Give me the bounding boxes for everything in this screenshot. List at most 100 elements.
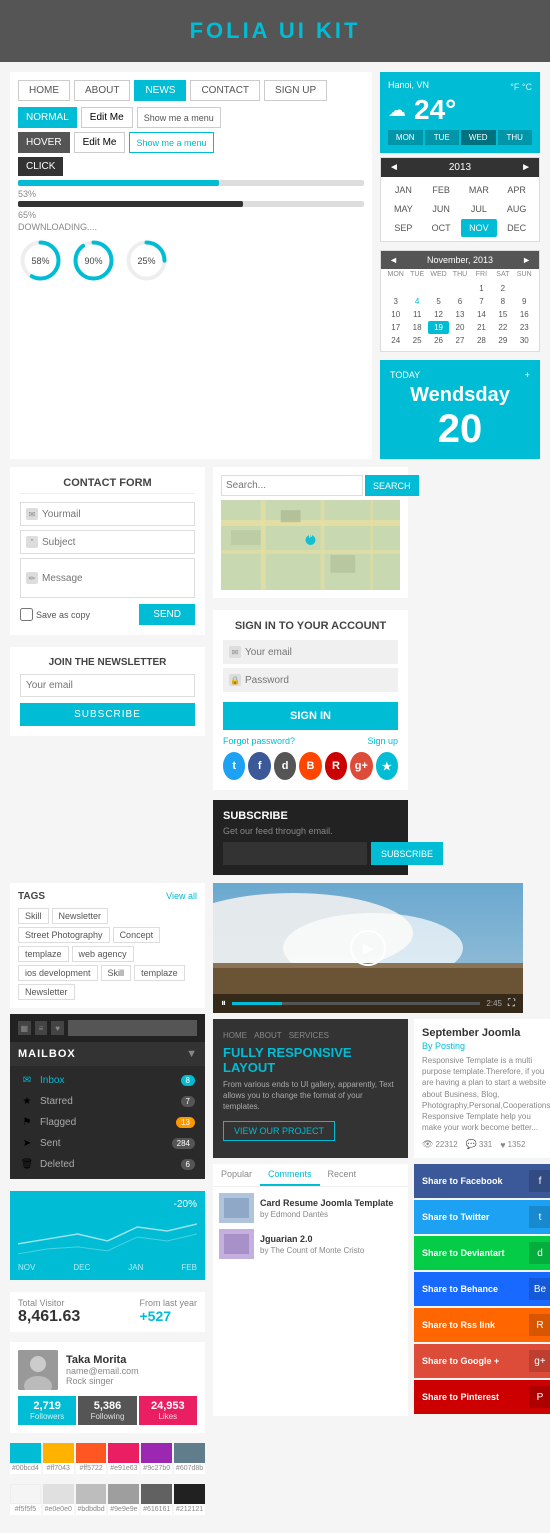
cal-d-3[interactable]: 3 xyxy=(385,295,406,308)
cal-d-2[interactable]: 2 xyxy=(492,282,513,295)
email-input[interactable] xyxy=(42,509,189,520)
cal-d-22[interactable]: 22 xyxy=(492,321,513,334)
nav-home[interactable]: HOME xyxy=(18,80,70,101)
cal-sep[interactable]: SEP xyxy=(385,219,422,237)
cal-next-month-icon[interactable]: ► xyxy=(522,255,531,265)
social-rss[interactable]: R xyxy=(325,752,347,780)
promo-nav-about[interactable]: ABOUT xyxy=(254,1031,282,1040)
cal-jun[interactable]: JUN xyxy=(423,200,460,218)
cal-d-30[interactable]: 30 xyxy=(514,334,535,347)
cal-feb[interactable]: FEB xyxy=(423,181,460,199)
cal-prev-year-icon[interactable]: ◄ xyxy=(389,162,399,173)
cal-mar[interactable]: MAR xyxy=(461,181,498,199)
cal-d-10[interactable]: 10 xyxy=(385,308,406,321)
share-facebook[interactable]: Share to Facebook f xyxy=(414,1164,550,1198)
tag-8[interactable]: templaze xyxy=(134,965,185,981)
signin-password-input[interactable] xyxy=(245,675,392,686)
cal-d-26[interactable]: 26 xyxy=(428,334,449,347)
cal-d-21[interactable]: 21 xyxy=(471,321,492,334)
nav-news[interactable]: NEWS xyxy=(134,80,186,101)
mailbox-grid-icon[interactable]: ▦ xyxy=(18,1021,31,1035)
cal-d-1[interactable]: 1 xyxy=(471,282,492,295)
show-menu-button-1[interactable]: Show me a menu xyxy=(137,107,221,128)
share-behance[interactable]: Share to Behance Be xyxy=(414,1272,550,1306)
cal-d-18[interactable]: 18 xyxy=(406,321,427,334)
cal-aug[interactable]: AUG xyxy=(498,200,535,218)
view-project-button[interactable]: VIEW OUR PROJECT xyxy=(223,1121,335,1141)
click-button[interactable]: CLICK xyxy=(18,157,63,176)
social-facebook[interactable]: f xyxy=(248,752,270,780)
forgot-password-link[interactable]: Forgot password? xyxy=(223,736,295,746)
share-googleplus[interactable]: Share to Google + g+ xyxy=(414,1344,550,1378)
social-behance[interactable]: B xyxy=(299,752,321,780)
subscribe-btn[interactable]: SUBSCRIBE xyxy=(371,842,443,865)
save-copy-check[interactable] xyxy=(20,608,33,621)
cal-d-9[interactable]: 9 xyxy=(514,295,535,308)
mailbox-sent[interactable]: ➤ Sent 284 xyxy=(10,1133,205,1154)
tag-2[interactable]: Street Photography xyxy=(18,927,110,943)
cal-jul[interactable]: JUL xyxy=(461,200,498,218)
show-menu-button-2[interactable]: Show me a menu xyxy=(129,132,213,153)
cal-oct[interactable]: OCT xyxy=(423,219,460,237)
mailbox-inbox[interactable]: ✉ Inbox 8 xyxy=(10,1070,205,1091)
subscribe-input[interactable] xyxy=(223,842,367,865)
pause-button[interactable]: ⏸ xyxy=(221,998,226,1009)
cal-next-year-icon[interactable]: ► xyxy=(521,162,531,173)
fullscreen-icon[interactable]: ⛶ xyxy=(508,998,515,1009)
video-progress-track[interactable] xyxy=(232,1002,480,1005)
tag-5[interactable]: web agency xyxy=(72,946,134,962)
map-search-input[interactable] xyxy=(221,475,363,496)
hover-button[interactable]: HOVER xyxy=(18,132,70,153)
cal-d-20[interactable]: 20 xyxy=(449,321,470,334)
tags-viewall[interactable]: View all xyxy=(166,891,197,902)
subscribe-button[interactable]: SUBSCRIBE xyxy=(20,703,195,726)
tag-7[interactable]: Skill xyxy=(101,965,132,981)
nav-signup[interactable]: SIGN UP xyxy=(264,80,327,101)
cal-d-25[interactable]: 25 xyxy=(406,334,427,347)
tag-6[interactable]: ios development xyxy=(18,965,98,981)
search-button[interactable]: SEARCH xyxy=(365,475,419,496)
cal-d-6[interactable]: 6 xyxy=(449,295,470,308)
mailbox-starred[interactable]: ★ Starred 7 xyxy=(10,1091,205,1112)
mailbox-list-icon[interactable]: ≡ xyxy=(35,1021,48,1035)
social-googleplus[interactable]: g+ xyxy=(350,752,372,780)
share-twitter[interactable]: Share to Twitter t xyxy=(414,1200,550,1234)
cal-d-4[interactable]: 4 xyxy=(406,295,427,308)
cal-nov[interactable]: NOV xyxy=(461,219,498,237)
cal-d-13[interactable]: 13 xyxy=(449,308,470,321)
mailbox-deleted[interactable]: 🗑 Deleted 6 xyxy=(10,1154,205,1175)
mailbox-heart-icon[interactable]: ♥ xyxy=(51,1021,64,1035)
cal-d-28[interactable]: 28 xyxy=(471,334,492,347)
social-deviantart[interactable]: d xyxy=(274,752,296,780)
mailbox-flagged[interactable]: ⚑ Flagged 13 xyxy=(10,1112,205,1133)
tag-1[interactable]: Newsletter xyxy=(52,908,109,924)
cal-apr[interactable]: APR xyxy=(498,181,535,199)
cal-d-19[interactable]: 19 xyxy=(428,321,449,334)
normal-button[interactable]: NORMAL xyxy=(18,107,77,128)
cal-d-16[interactable]: 16 xyxy=(514,308,535,321)
social-twitter[interactable]: t xyxy=(223,752,245,780)
cal-d-11[interactable]: 11 xyxy=(406,308,427,321)
cal-d-27[interactable]: 27 xyxy=(449,334,470,347)
cal-d-14[interactable]: 14 xyxy=(471,308,492,321)
play-button[interactable]: ▶ xyxy=(350,930,386,966)
tag-4[interactable]: templaze xyxy=(18,946,69,962)
mailbox-search-input[interactable] xyxy=(68,1020,197,1036)
cal-d-12[interactable]: 12 xyxy=(428,308,449,321)
cal-jan[interactable]: JAN xyxy=(385,181,422,199)
cal-d-8[interactable]: 8 xyxy=(492,295,513,308)
today-add-icon[interactable]: + xyxy=(525,370,530,380)
signin-email-input[interactable] xyxy=(245,647,392,658)
newsletter-email[interactable] xyxy=(20,674,195,697)
signin-button[interactable]: SIGN IN xyxy=(223,702,398,730)
cal-d-5[interactable]: 5 xyxy=(428,295,449,308)
message-input[interactable] xyxy=(42,573,189,584)
promo-nav-home[interactable]: HOME xyxy=(223,1031,247,1040)
cal-d-17[interactable]: 17 xyxy=(385,321,406,334)
cal-d-29[interactable]: 29 xyxy=(492,334,513,347)
cal-prev-month-icon[interactable]: ◄ xyxy=(389,255,398,265)
cal-d-7[interactable]: 7 xyxy=(471,295,492,308)
nav-contact[interactable]: CONTACT xyxy=(190,80,260,101)
share-rss[interactable]: Share to Rss link R xyxy=(414,1308,550,1342)
tab-comments[interactable]: Comments xyxy=(260,1164,320,1186)
